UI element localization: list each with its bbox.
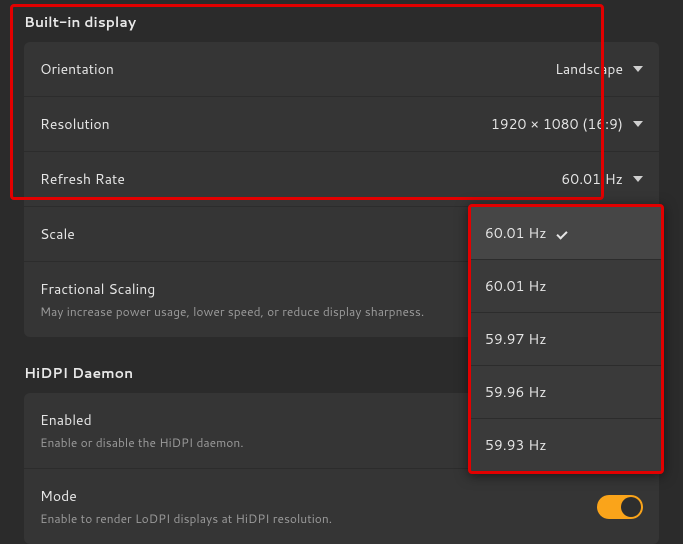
chevron-down-icon	[633, 66, 643, 72]
section-title-builtin: Built-in display	[14, 0, 669, 42]
row-refresh-rate[interactable]: Refresh Rate 60.01 Hz	[24, 151, 659, 206]
dropdown-item-2[interactable]: 59.97 Hz	[471, 312, 661, 365]
dropdown-item-label: 59.96 Hz	[485, 382, 547, 402]
dropdown-item-1[interactable]: 60.01 Hz	[471, 259, 661, 312]
sub-fractional: May increase power usage, lower speed, o…	[40, 303, 424, 320]
label-fractional: Fractional Scaling	[40, 279, 424, 299]
sub-mode: Enable to render LoDPI displays at HiDPI…	[40, 510, 332, 527]
dropdown-refresh-rate: 60.01 Hz 60.01 Hz 59.97 Hz 59.96 Hz 59.9…	[468, 204, 664, 474]
dropdown-item-4[interactable]: 59.93 Hz	[471, 418, 661, 471]
value-refresh: 60.01 Hz	[561, 169, 623, 189]
chevron-down-icon	[633, 176, 643, 182]
label-scale: Scale	[40, 224, 75, 244]
value-orientation: Landscape	[555, 59, 623, 79]
row-hidpi-mode[interactable]: Mode Enable to render LoDPI displays at …	[24, 468, 659, 544]
toggle-mode[interactable]	[597, 495, 643, 519]
chevron-down-icon	[633, 121, 643, 127]
label-resolution: Resolution	[40, 114, 110, 134]
check-icon	[557, 226, 571, 240]
label-refresh: Refresh Rate	[40, 169, 125, 189]
label-enabled: Enabled	[40, 410, 244, 430]
dropdown-item-3[interactable]: 59.96 Hz	[471, 365, 661, 418]
value-resolution: 1920 × 1080 (16:9)	[491, 114, 623, 134]
toggle-knob	[621, 497, 641, 517]
label-orientation: Orientation	[40, 59, 114, 79]
dropdown-item-label: 59.93 Hz	[485, 435, 547, 455]
label-mode: Mode	[40, 486, 332, 506]
sub-enabled: Enable or disable the HiDPI daemon.	[40, 434, 244, 451]
dropdown-item-label: 60.01 Hz	[485, 223, 547, 243]
dropdown-item-0[interactable]: 60.01 Hz	[471, 207, 661, 259]
dropdown-item-label: 59.97 Hz	[485, 329, 547, 349]
row-resolution[interactable]: Resolution 1920 × 1080 (16:9)	[24, 96, 659, 151]
dropdown-item-label: 60.01 Hz	[485, 276, 547, 296]
row-orientation[interactable]: Orientation Landscape	[24, 42, 659, 96]
